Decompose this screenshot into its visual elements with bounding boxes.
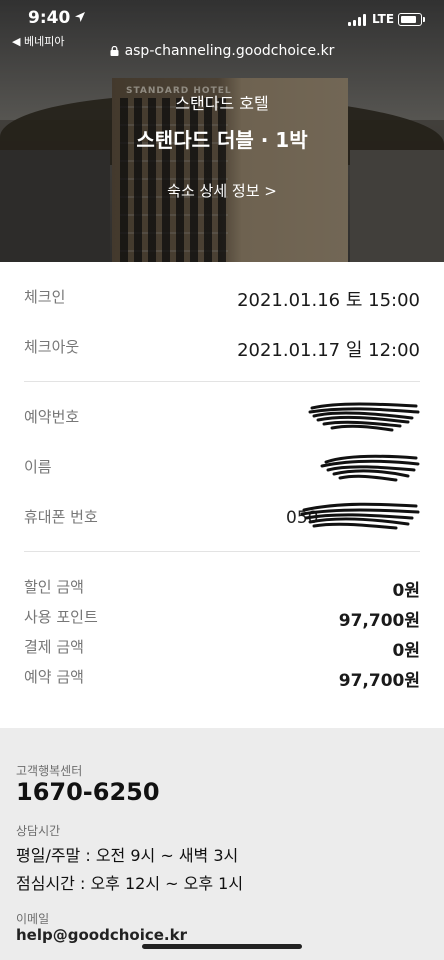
status-bar: 9:40 LTE bbox=[0, 0, 444, 36]
url-text: asp-channeling.goodchoice.kr bbox=[124, 43, 335, 59]
reservation-number-label: 예약번호 bbox=[24, 408, 80, 426]
home-indicator[interactable] bbox=[142, 944, 302, 949]
phone-row: 휴대폰 번호 050 bbox=[24, 502, 420, 534]
checkin-value: 2021.01.16 토 15:00 bbox=[237, 290, 420, 311]
name-label: 이름 bbox=[24, 458, 52, 476]
battery-icon bbox=[398, 13, 425, 26]
url-bar[interactable]: asp-channeling.goodchoice.kr bbox=[0, 43, 444, 69]
total-label: 예약 금액 bbox=[24, 668, 84, 686]
hours-lunch: 점심시간 : 오후 12시 ~ 오후 1시 bbox=[16, 874, 244, 893]
payment-row: 결제 금액 0원 bbox=[24, 636, 420, 664]
payment-value: 0원 bbox=[392, 641, 420, 661]
hotel-detail-link[interactable]: 숙소 상세 정보 > bbox=[0, 180, 444, 201]
total-row: 예약 금액 97,700원 bbox=[24, 666, 420, 694]
discount-value: 0원 bbox=[392, 581, 420, 601]
name-row: 이름 bbox=[24, 454, 420, 484]
checkout-label: 체크아웃 bbox=[24, 338, 80, 356]
email-link[interactable]: help@goodchoice.kr bbox=[16, 926, 187, 944]
checkin-row: 체크인 2021.01.16 토 15:00 bbox=[24, 286, 420, 314]
email-label: 이메일 bbox=[16, 912, 50, 926]
checkin-label: 체크인 bbox=[24, 288, 66, 306]
hours-weekday: 평일/주말 : 오전 9시 ~ 새벽 3시 bbox=[16, 846, 239, 865]
hotel-name: 스탠다드 호텔 bbox=[175, 94, 269, 113]
divider bbox=[24, 381, 420, 382]
divider bbox=[24, 551, 420, 552]
cs-phone[interactable]: 1670-6250 bbox=[16, 778, 160, 806]
status-time: 9:40 bbox=[28, 8, 71, 28]
checkout-value: 2021.01.17 일 12:00 bbox=[237, 340, 420, 361]
hours-label: 상담시간 bbox=[16, 824, 61, 838]
discount-row: 할인 금액 0원 bbox=[24, 576, 420, 604]
redaction-scribble bbox=[308, 402, 420, 432]
booking-card: 체크인 2021.01.16 토 15:00 체크아웃 2021.01.17 일… bbox=[0, 262, 444, 728]
checkout-row: 체크아웃 2021.01.17 일 12:00 bbox=[24, 336, 420, 364]
payment-label: 결제 금액 bbox=[24, 638, 84, 656]
redaction-scribble bbox=[320, 454, 420, 482]
customer-service-footer: 고객행복센터 1670-6250 상담시간 평일/주말 : 오전 9시 ~ 새벽… bbox=[0, 728, 444, 960]
redaction-scribble bbox=[300, 502, 420, 530]
reservation-number-row: 예약번호 bbox=[24, 402, 420, 434]
signal-icon bbox=[348, 14, 368, 26]
lock-icon bbox=[110, 46, 119, 56]
phone-label: 휴대폰 번호 bbox=[24, 508, 98, 526]
points-row: 사용 포인트 97,700원 bbox=[24, 606, 420, 634]
points-value: 97,700원 bbox=[338, 611, 420, 631]
cs-label: 고객행복센터 bbox=[16, 764, 83, 778]
room-title: 스탠다드 더블 · 1박 bbox=[136, 128, 308, 152]
network-type: LTE bbox=[372, 12, 395, 26]
location-arrow-icon bbox=[75, 12, 85, 22]
points-label: 사용 포인트 bbox=[24, 608, 98, 626]
discount-label: 할인 금액 bbox=[24, 578, 84, 596]
total-value: 97,700원 bbox=[338, 671, 420, 691]
